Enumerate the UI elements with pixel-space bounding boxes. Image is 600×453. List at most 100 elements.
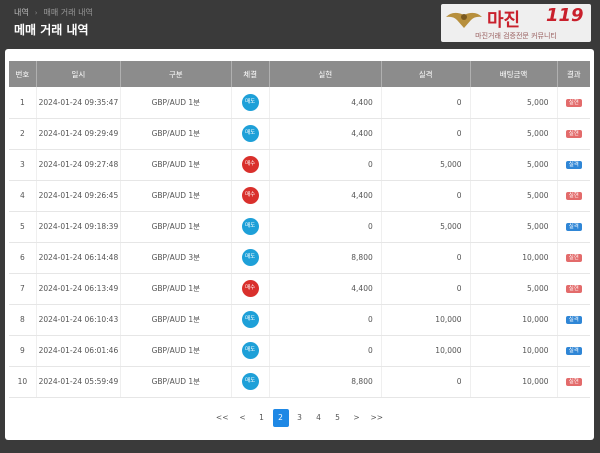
table-row: 8 2024-01-24 06:10:43 GBP/AUD 1분 매도 0 10,000 1… [9,304,590,336]
sell-badge: 매도 [241,342,259,359]
cell-result: 실현 [557,118,590,150]
cell-no: 10 [9,366,37,398]
cell-datetime: 2024-01-24 09:29:49 [36,118,121,150]
cell-side: 매도 [231,304,270,336]
site-logo[interactable]: 마진 119 마진거래 검증전문 커뮤니티 [441,4,591,42]
result-tag: 실현 [565,98,582,107]
cell-bet: 5,000 [470,149,558,181]
sell-badge: 매도 [241,249,259,266]
cell-realized: 4,400 [269,118,382,150]
pagination: << <1 2 3 4 5 > >> [5,409,594,427]
page-3-button[interactable]: 3 [292,409,308,427]
buy-badge: 매수 [241,280,259,297]
eagle-emblem-icon [446,12,482,28]
page-prev-button[interactable]: < [235,409,251,427]
cell-datetime: 2024-01-24 06:10:43 [36,304,121,336]
cell-bet: 5,000 [470,118,558,150]
cell-side: 매도 [231,118,270,150]
cell-realized: 0 [269,211,382,243]
cell-side: 매도 [231,335,270,367]
cell-realized: 4,400 [269,87,382,119]
cell-side: 매도 [231,211,270,243]
result-tag: 실격 [565,347,582,355]
cell-result: 실현 [557,242,590,274]
result-tag: 실현 [565,130,582,138]
page-1-button[interactable]: 1 [254,409,270,427]
page-next-button[interactable]: > [349,409,365,427]
page-5-button[interactable]: 5 [330,409,346,427]
table-row: 3 2024-01-24 09:27:48 GBP/AUD 1분 매수 0 5,000 5,… [9,149,590,181]
cell-loss: 0 [381,180,471,212]
header-datetime: 일시 [36,61,121,87]
cell-side: 매도 [231,366,270,398]
result-tag: 실현 [565,254,582,262]
cell-kind: GBP/AUD 1분 [120,366,232,398]
sell-badge: 매도 [241,311,259,328]
cell-result: 실격 [557,335,590,367]
trade-history-table: 번호 일시 구분 체결 실현 실격 배팅금액 결과 1 2024-01-24 09… [9,61,590,398]
page-4-button[interactable]: 4 [311,409,327,427]
cell-result: 실현 [557,273,590,305]
cell-loss: 0 [381,242,471,274]
page-2-button[interactable]: 2 [272,409,289,427]
cell-loss: 10,000 [381,304,471,336]
cell-kind: GBP/AUD 1분 [120,211,232,243]
result-tag: 실격 [565,223,582,231]
breadcrumb-root[interactable]: 내역 [14,7,29,18]
cell-kind: GBP/AUD 1분 [120,87,232,119]
cell-kind: GBP/AUD 1분 [120,304,232,336]
cell-bet: 5,000 [470,87,558,119]
cell-side: 매도 [231,242,270,274]
table-row: 5 2024-01-24 09:18:39 GBP/AUD 1분 매도 0 5,000 5,… [9,211,590,243]
buy-badge: 매수 [241,156,259,173]
cell-no: 4 [9,180,37,212]
cell-no: 1 [9,87,37,119]
cell-no: 3 [9,149,37,181]
cell-loss: 5,000 [381,211,471,243]
sell-badge: 매도 [241,125,259,142]
cell-datetime: 2024-01-24 05:59:49 [36,366,121,398]
cell-loss: 0 [381,87,471,119]
result-tag: 실현 [565,378,582,386]
cell-realized: 0 [269,335,382,367]
header-realized: 실현 [269,61,382,87]
page-first-button[interactable]: << [213,409,232,427]
result-tag: 실격 [565,316,582,324]
cell-side: 매도 [231,87,270,119]
buy-badge: 매수 [241,187,259,204]
cell-kind: GBP/AUD 1분 [120,180,232,212]
cell-kind: GBP/AUD 1분 [120,149,232,181]
cell-result: 실격 [557,304,590,336]
cell-bet: 5,000 [470,273,558,305]
cell-loss: 5,000 [381,149,471,181]
page-last-button[interactable]: >> [368,409,387,427]
cell-result: 실격 [557,211,590,243]
cell-datetime: 2024-01-24 09:18:39 [36,211,121,243]
page-title: 메매 거래 내역 [14,23,89,37]
table-row: 6 2024-01-24 06:14:48 GBP/AUD 3분 매도 8,800 0 10… [9,242,590,274]
cell-realized: 4,400 [269,180,382,212]
cell-loss: 0 [381,273,471,305]
cell-datetime: 2024-01-24 06:13:49 [36,273,121,305]
result-tag: 실현 [565,285,582,293]
header-kind: 구분 [120,61,232,87]
cell-loss: 10,000 [381,335,471,367]
breadcrumb-separator-icon: › [34,8,38,17]
cell-realized: 0 [269,304,382,336]
sell-badge: 매도 [241,93,259,111]
logo-brand: 마진 [487,10,521,31]
result-tag: 실현 [565,192,582,200]
cell-no: 7 [9,273,37,305]
cell-datetime: 2024-01-24 06:01:46 [36,335,121,367]
logo-slogan: 마진거래 검증전문 커뮤니티 [475,32,557,40]
cell-bet: 10,000 [470,242,558,274]
header-result: 결과 [557,61,590,87]
table-body: 1 2024-01-24 09:35:47 GBP/AUD 1분 매도 4,400 0 5,… [9,87,590,398]
sell-badge: 매도 [241,373,259,390]
cell-datetime: 2024-01-24 09:26:45 [36,180,121,212]
cell-kind: GBP/AUD 1분 [120,118,232,150]
cell-no: 2 [9,118,37,150]
cell-side: 매수 [231,180,270,212]
table-row: 10 2024-01-24 05:59:49 GBP/AUD 1분 매도 8,800 0 1… [9,366,590,398]
header-loss: 실격 [381,61,471,87]
